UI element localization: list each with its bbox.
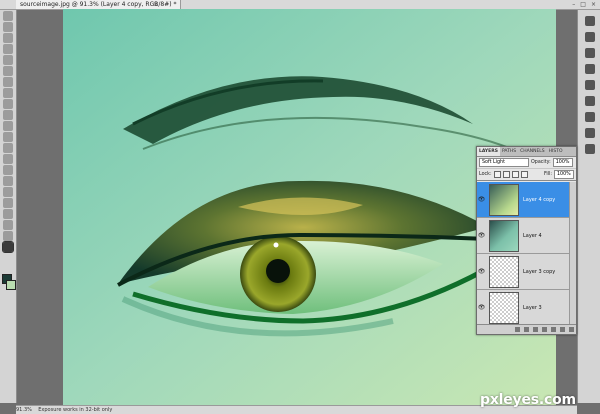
link-layers-icon[interactable] <box>515 327 520 332</box>
3d-orbit-tool-icon[interactable] <box>3 220 13 230</box>
gradient-tool-icon[interactable] <box>3 132 13 142</box>
layer-row[interactable]: 👁 Layer 4 copy <box>477 182 569 218</box>
layer-thumbnail <box>489 255 519 288</box>
panel-dock <box>577 10 600 403</box>
crop-tool-icon[interactable] <box>3 55 13 65</box>
3d-rotate-tool-icon[interactable] <box>3 209 13 219</box>
lock-all-icon[interactable] <box>520 171 528 178</box>
lock-position-icon[interactable] <box>511 171 519 178</box>
layers-panel-tabs: LAYERS PATHS CHANNELS HISTO <box>477 147 576 157</box>
lock-transparency-icon[interactable] <box>493 171 501 178</box>
tab-histogram[interactable]: HISTO <box>547 147 565 156</box>
clone-stamp-tool-icon[interactable] <box>3 99 13 109</box>
layer-name: Layer 3 <box>523 304 542 311</box>
window-controls: – □ × <box>572 0 596 9</box>
eyedropper-tool-icon[interactable] <box>3 66 13 76</box>
layer-row[interactable]: 👁 Layer 4 <box>477 218 569 254</box>
layers-panel-footer <box>477 324 576 334</box>
lock-row: Lock: Fill: 100% <box>477 169 576 181</box>
path-select-tool-icon[interactable] <box>3 187 13 197</box>
layer-thumbnail <box>489 291 519 324</box>
brush-tool-icon[interactable] <box>3 88 13 98</box>
adjustments-panel-icon[interactable] <box>584 64 595 74</box>
document-info: Exposure works in 32-bit only <box>38 407 113 413</box>
blend-mode-select[interactable]: Soft Light <box>479 158 529 167</box>
blur-tool-icon[interactable] <box>3 143 13 153</box>
tab-paths[interactable]: PATHS <box>500 147 518 156</box>
zoom-tool-icon[interactable] <box>2 241 14 253</box>
eye-icon[interactable]: 👁 <box>477 232 486 239</box>
hand-tool-icon[interactable] <box>3 231 13 241</box>
quick-select-tool-icon[interactable] <box>3 44 13 54</box>
new-layer-icon[interactable] <box>560 327 565 332</box>
adjustment-layer-icon[interactable] <box>542 327 547 332</box>
swatches-panel-icon[interactable] <box>584 32 595 42</box>
layer-row[interactable]: 👁 Layer 3 copy <box>477 254 569 290</box>
new-group-icon[interactable] <box>551 327 556 332</box>
color-panel-icon[interactable] <box>584 16 595 26</box>
opacity-input[interactable]: 100% <box>552 158 573 167</box>
healing-brush-tool-icon[interactable] <box>3 77 13 87</box>
layer-thumbnail <box>489 219 519 252</box>
brushes-panel-icon[interactable] <box>584 96 595 106</box>
history-brush-tool-icon[interactable] <box>3 110 13 120</box>
tab-layers[interactable]: LAYERS <box>477 147 500 156</box>
dodge-tool-icon[interactable] <box>3 154 13 164</box>
layer-name: Layer 4 copy <box>523 196 556 203</box>
type-tool-icon[interactable] <box>3 176 13 186</box>
lock-label: Lock: <box>479 172 492 177</box>
add-style-icon[interactable] <box>524 327 529 332</box>
layers-panel: LAYERS PATHS CHANNELS HISTO Soft Light O… <box>476 146 577 335</box>
eye-icon[interactable]: 👁 <box>477 304 486 311</box>
move-tool-icon[interactable] <box>3 11 13 21</box>
layer-name: Layer 3 copy <box>523 268 556 275</box>
maximize-icon[interactable]: □ <box>580 0 586 9</box>
masks-panel-icon[interactable] <box>584 80 595 90</box>
marquee-tool-icon[interactable] <box>3 22 13 32</box>
channels-panel-icon[interactable] <box>584 128 595 138</box>
fill-label: Fill: <box>543 172 552 177</box>
lock-pixels-icon[interactable] <box>502 171 510 178</box>
add-mask-icon[interactable] <box>533 327 538 332</box>
eye-icon[interactable]: 👁 <box>477 268 486 275</box>
layer-list: 👁 Layer 4 copy 👁 Layer 4 👁 Layer 3 copy … <box>477 182 569 325</box>
tools-panel <box>0 10 17 403</box>
layers-panel-icon[interactable] <box>584 112 595 122</box>
eye-icon[interactable]: 👁 <box>477 196 486 203</box>
opacity-label: Opacity: <box>531 160 551 165</box>
paths-panel-icon[interactable] <box>584 144 595 154</box>
shape-tool-icon[interactable] <box>3 198 13 208</box>
tab-channels[interactable]: CHANNELS <box>518 147 547 156</box>
minimize-icon[interactable]: – <box>572 0 575 9</box>
background-color-swatch[interactable] <box>6 280 16 290</box>
eraser-tool-icon[interactable] <box>3 121 13 131</box>
close-window-icon[interactable]: × <box>591 0 596 9</box>
zoom-level[interactable]: 91.3% <box>16 407 32 413</box>
close-tab-icon[interactable]: × <box>153 0 158 9</box>
layer-row[interactable]: 👁 Layer 3 <box>477 290 569 325</box>
lasso-tool-icon[interactable] <box>3 33 13 43</box>
tool-list <box>0 11 16 253</box>
fill-input[interactable]: 100% <box>554 170 574 179</box>
styles-panel-icon[interactable] <box>584 48 595 58</box>
layers-scrollbar[interactable] <box>569 182 576 325</box>
layer-name: Layer 4 <box>523 232 542 239</box>
watermark-logo: pxleyes.com <box>480 392 576 408</box>
layer-thumbnail <box>489 183 519 216</box>
delete-layer-icon[interactable] <box>569 327 574 332</box>
pen-tool-icon[interactable] <box>3 165 13 175</box>
blend-row: Soft Light Opacity: 100% <box>477 157 576 169</box>
